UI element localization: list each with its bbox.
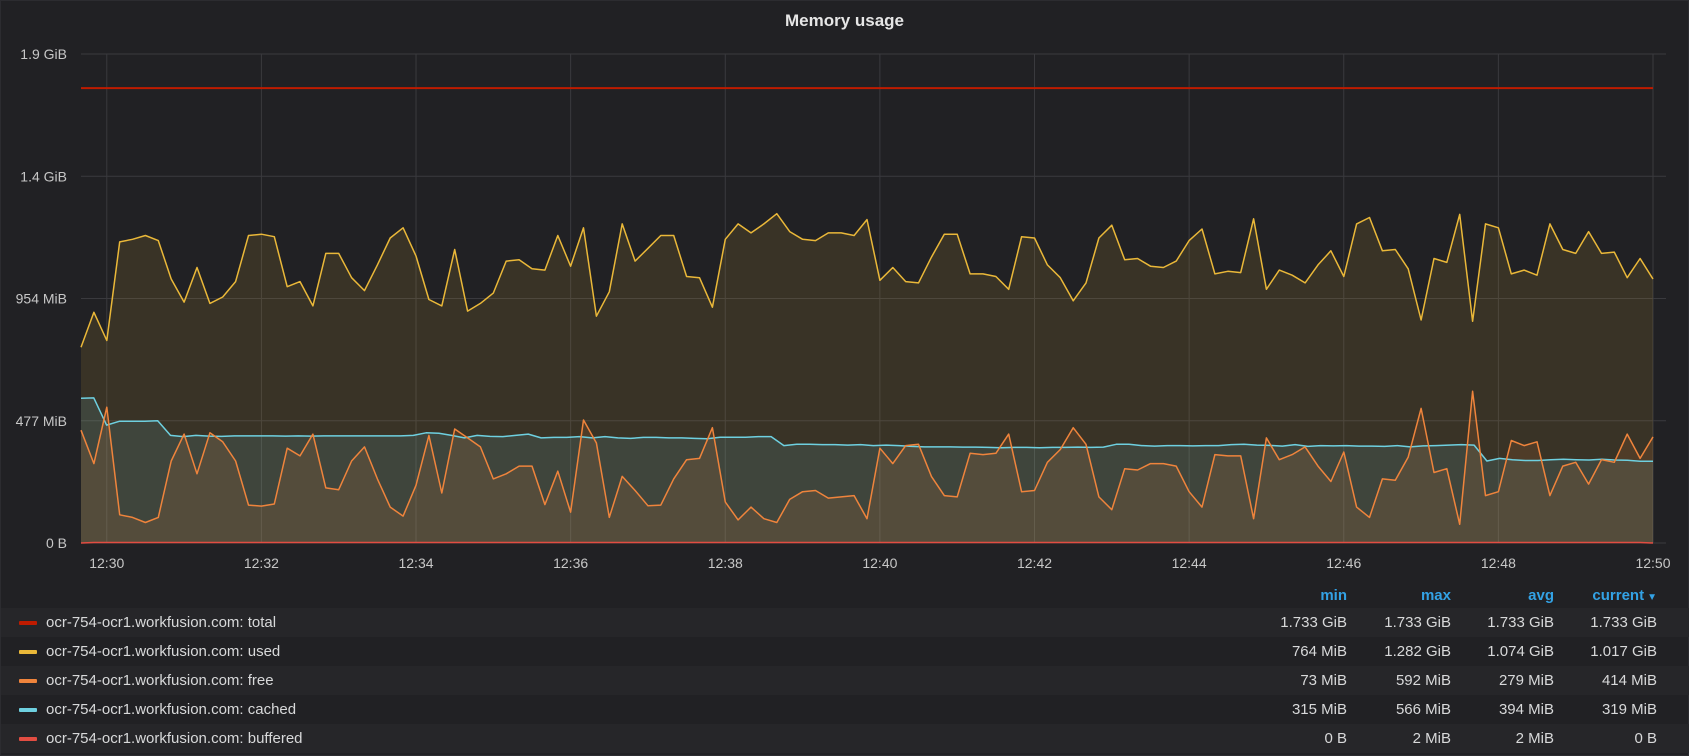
legend-series-name[interactable]: ocr-754-ocr1.workfusion.com: total xyxy=(46,614,276,631)
legend-table: min max avg current ▼ ocr-754-ocr1.workfu… xyxy=(1,579,1689,753)
legend-current-value: 319 MiB xyxy=(1601,701,1657,718)
memory-usage-panel: Memory usage 0 B 477 MiB 954 MiB 1.4 GiB 1.9… xyxy=(0,0,1689,756)
x-tick-label: 12:50 xyxy=(1635,555,1670,571)
series-color-swatch[interactable] xyxy=(19,650,37,654)
legend-header: min max avg current ▼ xyxy=(1,579,1689,608)
x-tick-label: 12:40 xyxy=(862,555,897,571)
x-tick-label: 12:32 xyxy=(244,555,279,571)
legend-series-name[interactable]: ocr-754-ocr1.workfusion.com: cached xyxy=(46,701,296,718)
legend-row-free[interactable]: ocr-754-ocr1.workfusion.com: free 73 MiB… xyxy=(1,666,1689,695)
legend-avg-value: 2 MiB xyxy=(1515,730,1554,747)
x-tick-label: 12:48 xyxy=(1481,555,1516,571)
y-axis-labels: 0 B 477 MiB 954 MiB 1.4 GiB 1.9 GiB xyxy=(16,46,67,551)
legend-avg-value: 394 MiB xyxy=(1498,701,1554,718)
x-axis-labels: 12:30 12:32 12:34 12:36 12:38 12:40 12:42 12:44… xyxy=(89,555,1670,571)
legend-max-value: 1.282 GiB xyxy=(1384,643,1451,660)
legend-header-avg[interactable]: avg xyxy=(1444,587,1554,604)
legend-series-name[interactable]: ocr-754-ocr1.workfusion.com: buffered xyxy=(46,730,303,747)
y-tick-label: 477 MiB xyxy=(16,413,67,429)
legend-min-value: 73 MiB xyxy=(1300,672,1347,689)
y-tick-label: 1.4 GiB xyxy=(20,168,67,184)
series-color-swatch[interactable] xyxy=(19,737,37,741)
memory-usage-chart[interactable]: 0 B477 MiB954 MiB1.4 GiB1.9 GiB 12:30 12:… xyxy=(1,1,1689,576)
legend-min-value: 1.733 GiB xyxy=(1280,614,1347,631)
legend-current-value: 414 MiB xyxy=(1601,672,1657,689)
series-color-swatch[interactable] xyxy=(19,621,37,625)
legend-row-cached[interactable]: ocr-754-ocr1.workfusion.com: cached 315 … xyxy=(1,695,1689,724)
legend-row-used[interactable]: ocr-754-ocr1.workfusion.com: used 764 Mi… xyxy=(1,637,1689,666)
x-tick-label: 12:36 xyxy=(553,555,588,571)
x-tick-label: 12:46 xyxy=(1326,555,1361,571)
legend-current-value: 1.733 GiB xyxy=(1590,614,1657,631)
series-line-buffered[interactable] xyxy=(80,541,1654,544)
legend-current-value: 1.017 GiB xyxy=(1590,643,1657,660)
legend-min-value: 0 B xyxy=(1324,730,1347,747)
legend-header-current[interactable]: current ▼ xyxy=(1547,587,1657,604)
legend-min-value: 764 MiB xyxy=(1291,643,1347,660)
legend-header-max[interactable]: max xyxy=(1341,587,1451,604)
legend-min-value: 315 MiB xyxy=(1291,701,1347,718)
series-color-swatch[interactable] xyxy=(19,708,37,712)
x-tick-label: 12:34 xyxy=(398,555,433,571)
y-tick-label: 1.9 GiB xyxy=(20,46,67,62)
legend-max-value: 592 MiB xyxy=(1395,672,1451,689)
legend-header-current-label: current xyxy=(1592,587,1645,604)
series-color-swatch[interactable] xyxy=(19,679,37,683)
legend-max-value: 566 MiB xyxy=(1395,701,1451,718)
x-tick-label: 12:44 xyxy=(1172,555,1207,571)
legend-series-name[interactable]: ocr-754-ocr1.workfusion.com: free xyxy=(46,672,274,689)
legend-row-total[interactable]: ocr-754-ocr1.workfusion.com: total 1.733… xyxy=(1,608,1689,637)
legend-header-min[interactable]: min xyxy=(1237,587,1347,604)
caret-down-icon: ▼ xyxy=(1647,592,1657,603)
x-tick-label: 12:42 xyxy=(1017,555,1052,571)
y-tick-label: 0 B xyxy=(46,535,67,551)
x-tick-label: 12:38 xyxy=(708,555,743,571)
legend-avg-value: 1.733 GiB xyxy=(1487,614,1554,631)
x-tick-label: 12:30 xyxy=(89,555,124,571)
legend-avg-value: 279 MiB xyxy=(1498,672,1554,689)
chart-areas xyxy=(81,213,1653,543)
y-tick-label: 954 MiB xyxy=(16,291,67,307)
legend-max-value: 1.733 GiB xyxy=(1384,614,1451,631)
legend-current-value: 0 B xyxy=(1634,730,1657,747)
legend-series-name[interactable]: ocr-754-ocr1.workfusion.com: used xyxy=(46,643,280,660)
legend-rows: ocr-754-ocr1.workfusion.com: total 1.733… xyxy=(1,608,1689,753)
legend-avg-value: 1.074 GiB xyxy=(1487,643,1554,660)
legend-max-value: 2 MiB xyxy=(1412,730,1451,747)
legend-row-buffered[interactable]: ocr-754-ocr1.workfusion.com: buffered 0 … xyxy=(1,724,1689,753)
